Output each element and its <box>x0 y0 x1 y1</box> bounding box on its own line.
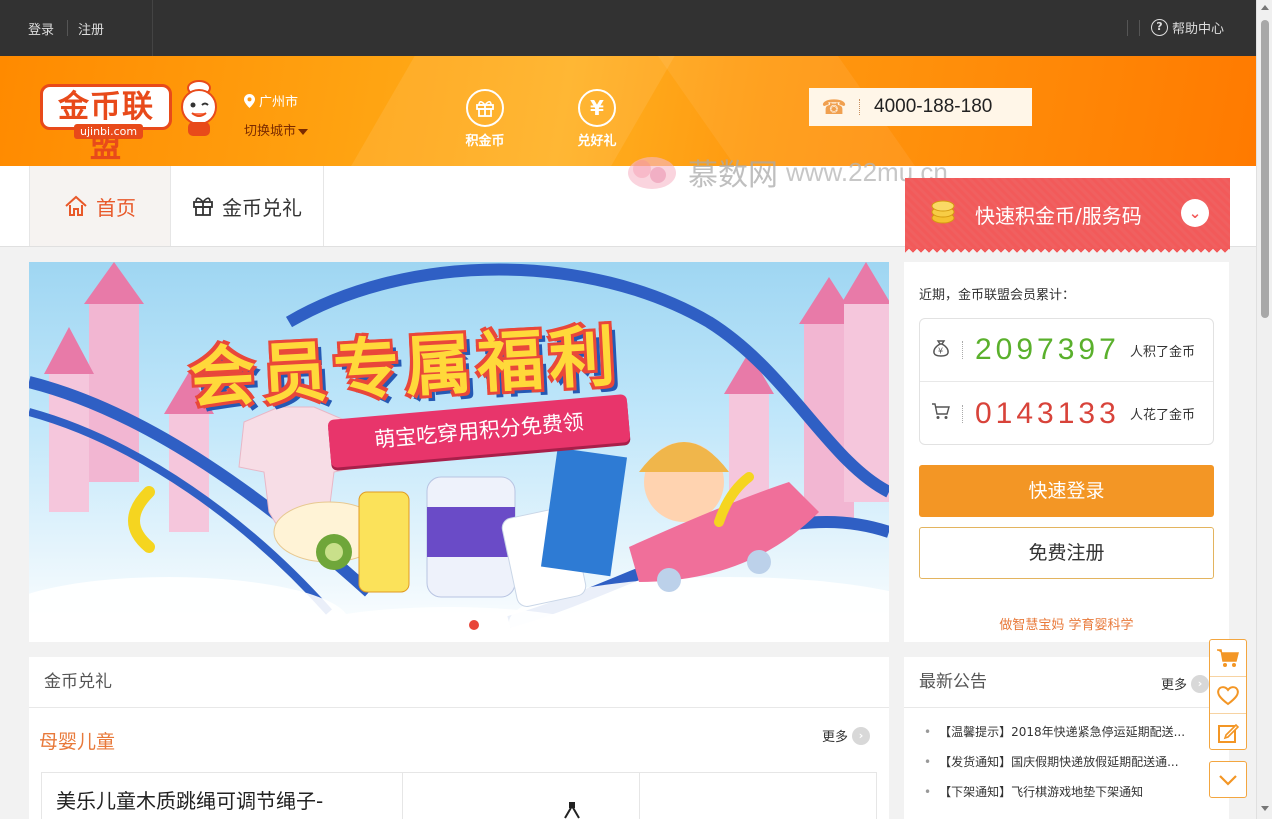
product-card[interactable]: 美乐儿童木质跳绳可调节绳子- <box>42 773 403 819</box>
floating-toolbar <box>1209 639 1247 750</box>
login-link[interactable]: 登录 <box>28 19 54 38</box>
page-scrollbar[interactable] <box>1256 0 1272 819</box>
notice-item[interactable]: 【下架通知】飞行棋游戏地垫下架通知 <box>924 783 1185 813</box>
register-link[interactable]: 注册 <box>78 19 104 38</box>
slogan-link[interactable]: 做智慧宝妈 学育婴科学 <box>904 614 1229 633</box>
feedback-button[interactable] <box>1210 714 1246 751</box>
earned-count: 2097397 <box>975 333 1120 366</box>
chevron-right-icon: › <box>852 726 871 745</box>
stats-intro: 近期，金币联盟会员累计： <box>919 288 1076 303</box>
current-city: 广州市 <box>244 91 298 110</box>
promo-banner[interactable]: 会员专属福利 萌宝吃穿用积分免费领 <box>29 262 889 642</box>
divider <box>962 404 963 423</box>
quick-login-button[interactable]: 快速登录 <box>919 465 1214 517</box>
goods-section: 金币兑礼 母婴儿童 更多 › 美乐儿童木质跳绳可调节绳子- <box>29 657 889 819</box>
switch-city-dropdown[interactable]: 切换城市 <box>244 120 309 139</box>
divider <box>152 0 153 56</box>
phone-icon: ☎ <box>821 95 847 119</box>
product-grid: 美乐儿童木质跳绳可调节绳子- <box>41 772 877 819</box>
money-bag-icon: ¥ <box>920 338 962 363</box>
site-logo[interactable]: 金币联盟 ujinbi.com <box>40 84 172 165</box>
home-icon <box>65 195 87 216</box>
divider <box>1127 20 1128 36</box>
hotline-number: 4000-188-180 <box>874 96 993 117</box>
cart-button[interactable] <box>1210 640 1246 677</box>
notice-item[interactable]: 【温馨提示】2018年快递紧急停运延期配送... <box>924 723 1185 753</box>
notice-section: 最新公告 更多 › 【温馨提示】2018年快递紧急停运延期配送... 【发货通知… <box>904 657 1229 819</box>
hotline: ☎ 4000-188-180 <box>809 88 1032 126</box>
product-name: 美乐儿童木质跳绳可调节绳子- <box>56 789 324 813</box>
cart-icon <box>920 401 962 426</box>
chevron-right-icon: › <box>1191 674 1210 693</box>
divider <box>859 99 860 115</box>
gift-icon <box>193 197 213 216</box>
more-link[interactable]: 更多 › <box>822 726 871 745</box>
notice-list: 【温馨提示】2018年快递紧急停运延期配送... 【发货通知】国庆假期快递放假延… <box>924 723 1185 813</box>
help-center-label: 帮助中心 <box>1172 22 1225 37</box>
spent-label: 人花了金币 <box>1130 408 1196 423</box>
earn-coins-label: 积金币 <box>465 134 505 149</box>
earned-row: ¥ 2097397 人积了金币 <box>920 319 1213 382</box>
scroll-down-arrow-icon[interactable] <box>1261 806 1269 811</box>
caret-down-icon <box>298 128 309 135</box>
redeem-gifts-label: 兑好礼 <box>577 134 617 149</box>
help-center-link[interactable]: ? 帮助中心 <box>1151 18 1224 37</box>
mascot-icon <box>181 80 217 136</box>
jump-rope-image <box>564 802 580 819</box>
logo-domain: ujinbi.com <box>74 124 144 139</box>
nav-tab-home-label: 首页 <box>96 195 136 220</box>
product-image-cell[interactable] <box>403 773 640 819</box>
divider <box>67 20 68 36</box>
svg-text:¥: ¥ <box>938 346 943 355</box>
earned-label: 人积了金币 <box>1130 344 1196 360</box>
switch-city-label: 切换城市 <box>244 124 297 139</box>
section-title: 金币兑礼 <box>29 657 889 708</box>
zigzag-edge <box>905 248 1230 254</box>
location-pin-icon <box>244 93 255 108</box>
collapse-button[interactable] <box>1209 761 1247 798</box>
redeem-gifts-button[interactable]: ¥ 兑好礼 <box>567 89 627 149</box>
watermark-name: 慕数网 <box>688 158 778 193</box>
free-register-button[interactable]: 免费注册 <box>919 527 1214 579</box>
watermark-logo <box>628 157 676 189</box>
divider <box>962 341 963 359</box>
yen-icon: ¥ <box>578 89 616 127</box>
scroll-up-arrow-icon[interactable] <box>1261 5 1269 10</box>
gift-icon <box>466 89 504 127</box>
question-icon: ? <box>1151 19 1168 36</box>
notice-item[interactable]: 【发货通知】国庆假期快递放假延期配送通... <box>924 753 1185 783</box>
earn-coins-button[interactable]: 积金币 <box>455 89 515 149</box>
favorites-button[interactable] <box>1210 677 1246 714</box>
notice-more-link[interactable]: 更多 › <box>1161 674 1210 693</box>
scroll-thumb[interactable] <box>1261 20 1269 318</box>
heart-icon <box>1217 686 1239 706</box>
member-stats-panel: 近期，金币联盟会员累计： ¥ 2097397 人积了金币 0143133 人花了… <box>904 262 1229 642</box>
category-title: 母婴儿童 <box>39 731 116 753</box>
more-label: 更多 <box>822 730 849 745</box>
notice-more-label: 更多 <box>1161 678 1188 693</box>
nav-tab-exchange-label: 金币兑礼 <box>222 195 302 220</box>
city-name: 广州市 <box>259 95 299 110</box>
spent-count: 0143133 <box>975 396 1120 430</box>
chevron-down-icon <box>1219 774 1237 786</box>
top-bar: 登录 注册 ? 帮助中心 <box>0 0 1256 56</box>
spent-row: 0143133 人花了金币 <box>920 382 1213 445</box>
edit-icon <box>1218 723 1239 743</box>
carousel-dot[interactable] <box>469 620 479 630</box>
cart-icon <box>1217 649 1239 667</box>
nav-tab-home[interactable]: 首页 <box>29 166 171 246</box>
stats-counter: ¥ 2097397 人积了金币 0143133 人花了金币 <box>919 318 1214 445</box>
divider <box>1139 20 1140 36</box>
quick-earn-toggle[interactable]: 快速积金币/服务码 ⌄ <box>905 178 1230 254</box>
quick-earn-label: 快速积金币/服务码 <box>975 204 1142 228</box>
nav-tab-exchange[interactable]: 金币兑礼 <box>171 166 324 246</box>
chevron-down-icon[interactable]: ⌄ <box>1181 199 1209 227</box>
coins-icon <box>931 200 955 224</box>
watermark: 慕数网 www.22mu.cn <box>622 150 948 194</box>
